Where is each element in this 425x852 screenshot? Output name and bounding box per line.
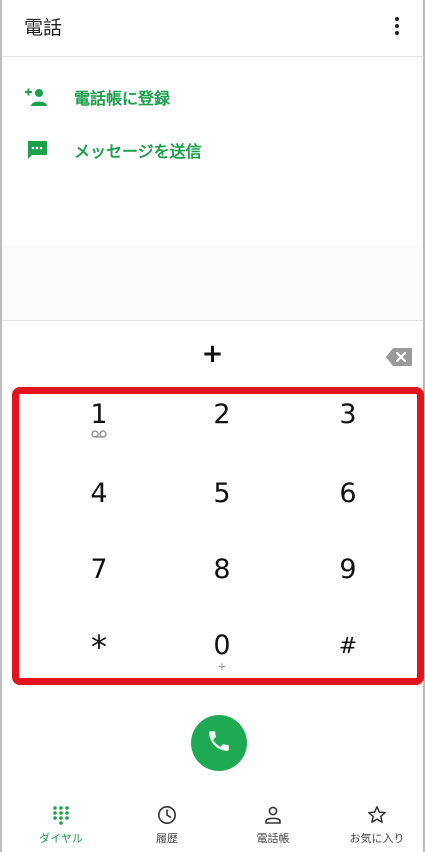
- backspace-icon[interactable]: [385, 347, 413, 367]
- add-to-contacts-label: 電話帳に登録: [74, 89, 171, 108]
- key-4-digit: 4: [90, 478, 108, 509]
- dialer-spacer: [2, 245, 423, 320]
- nav-dial-label: ダイヤル: [39, 832, 83, 845]
- message-icon: [24, 137, 50, 163]
- dial-keypad: 1 2 3 4 5 6 7 8 9 * 0 + #: [12, 387, 424, 685]
- app-bar: 電話: [2, 0, 423, 57]
- key-9-digit: 9: [339, 554, 357, 585]
- phone-screen: 電話 電話帳に登録 メッセージを送信 + 1 2 3 4 5 6 7 8 9 *…: [0, 0, 425, 852]
- key-3-digit: 3: [339, 399, 357, 430]
- key-5-digit: 5: [213, 478, 231, 509]
- key-4[interactable]: 4: [36, 478, 162, 548]
- person-icon: [262, 804, 284, 826]
- key-5[interactable]: 5: [159, 478, 285, 548]
- add-contact-icon: [24, 84, 50, 110]
- key-hash-symbol: #: [338, 634, 358, 659]
- key-0[interactable]: 0 +: [159, 630, 285, 700]
- nav-favorites[interactable]: お気に入り: [332, 804, 422, 852]
- key-0-plus: +: [217, 660, 227, 673]
- nav-favorites-label: お気に入り: [349, 832, 405, 845]
- key-8[interactable]: 8: [159, 554, 285, 624]
- nav-contacts[interactable]: 電話帳: [228, 804, 318, 852]
- phone-icon: [206, 728, 232, 758]
- key-1[interactable]: 1: [36, 399, 162, 469]
- key-star[interactable]: *: [36, 630, 162, 700]
- clock-icon: [156, 804, 178, 826]
- key-3[interactable]: 3: [285, 399, 411, 469]
- key-8-digit: 8: [213, 554, 231, 585]
- page-title: 電話: [24, 17, 63, 39]
- key-1-digit: 1: [90, 399, 108, 430]
- call-button[interactable]: [191, 715, 247, 771]
- send-message-label: メッセージを送信: [74, 142, 202, 161]
- key-7-digit: 7: [90, 554, 108, 585]
- nav-history[interactable]: 履歴: [122, 804, 212, 852]
- key-6[interactable]: 6: [285, 478, 411, 548]
- star-icon: [366, 804, 388, 826]
- divider: [2, 320, 423, 321]
- key-9[interactable]: 9: [285, 554, 411, 624]
- add-to-contacts-button[interactable]: 電話帳に登録: [2, 77, 423, 117]
- voicemail-icon: [91, 430, 107, 438]
- dialpad-icon: [50, 804, 72, 826]
- key-0-digit: 0: [213, 630, 231, 661]
- more-options-icon[interactable]: [385, 12, 409, 40]
- number-input-row: +: [2, 325, 423, 385]
- key-hash[interactable]: #: [285, 630, 411, 700]
- dialed-number[interactable]: +: [2, 339, 423, 369]
- nav-dial[interactable]: ダイヤル: [16, 804, 106, 852]
- key-2[interactable]: 2: [159, 399, 285, 469]
- bottom-navigation: ダイヤル 履歴 電話帳 お気に入り: [2, 788, 423, 852]
- key-2-digit: 2: [213, 399, 231, 430]
- key-7[interactable]: 7: [36, 554, 162, 624]
- key-star-symbol: *: [91, 628, 107, 666]
- send-message-button[interactable]: メッセージを送信: [2, 130, 423, 170]
- nav-history-label: 履歴: [156, 832, 178, 845]
- nav-contacts-label: 電話帳: [256, 832, 290, 845]
- key-6-digit: 6: [339, 478, 357, 509]
